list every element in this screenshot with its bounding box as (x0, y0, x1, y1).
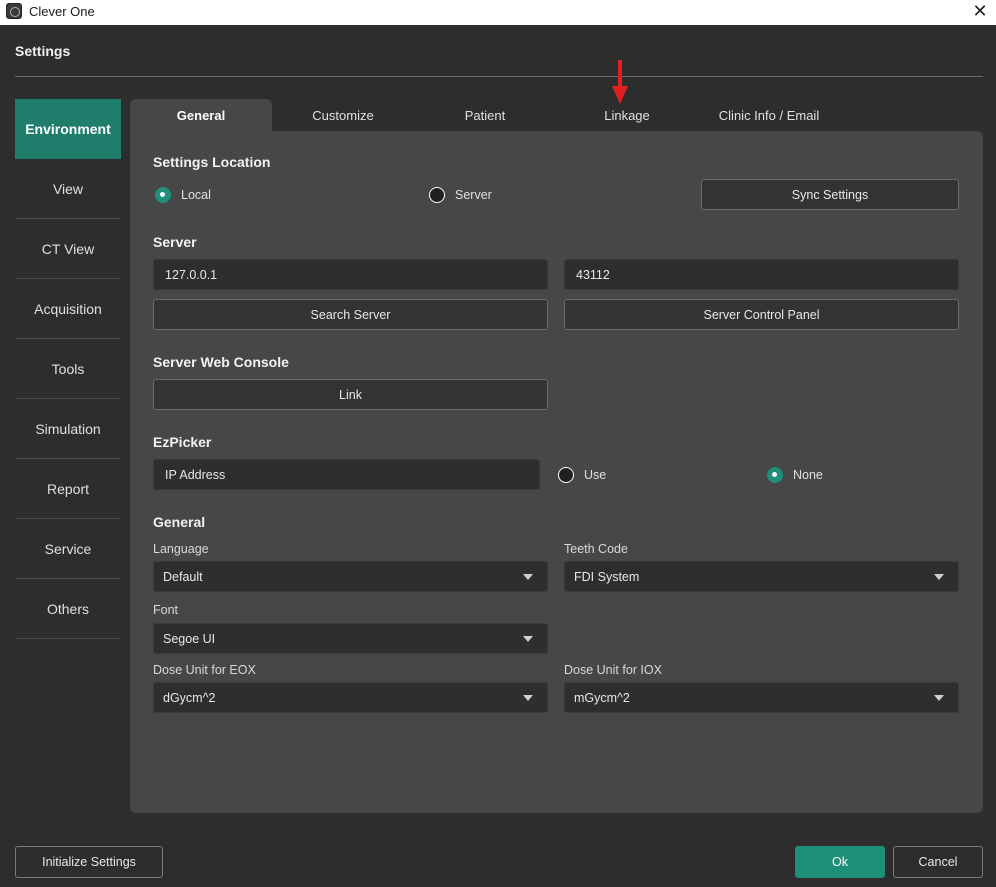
server-heading: Server (153, 234, 197, 250)
sidebar-item-simulation[interactable]: Simulation (15, 399, 121, 459)
dose-eox-select[interactable]: dGycm^2 (153, 682, 548, 713)
tab-customize[interactable]: Customize (272, 99, 414, 131)
teeth-code-value: FDI System (574, 569, 640, 584)
server-port-field[interactable]: 43112 (564, 259, 959, 290)
sidebar-item-view[interactable]: View (15, 159, 121, 219)
sidebar-item-others[interactable]: Others (15, 579, 121, 639)
app-logo-icon (6, 3, 22, 19)
sidebar-item-tools[interactable]: Tools (15, 339, 121, 399)
font-label: Font (153, 603, 179, 617)
cancel-button[interactable]: Cancel (893, 846, 983, 878)
chevron-down-icon (523, 574, 533, 580)
radio-unchecked-icon (558, 467, 574, 483)
radio-none-label: None (793, 468, 823, 482)
teeth-code-select[interactable]: FDI System (564, 561, 959, 592)
server-control-panel-button[interactable]: Server Control Panel (564, 299, 959, 330)
radio-local[interactable]: Local (155, 187, 211, 203)
radio-checked-icon (767, 467, 783, 483)
dialog-title: Settings (15, 43, 71, 59)
radio-use-label: Use (584, 468, 607, 482)
red-arrow-icon (612, 60, 628, 104)
language-value: Default (163, 569, 203, 584)
radio-server-label: Server (455, 188, 492, 202)
radio-checked-icon (155, 187, 171, 203)
close-icon[interactable]: ✕ (970, 1, 990, 21)
dose-iox-select[interactable]: mGycm^2 (564, 682, 959, 713)
ok-button[interactable]: Ok (795, 846, 885, 878)
chevron-down-icon (934, 574, 944, 580)
radio-ezpicker-use[interactable]: Use (558, 467, 606, 483)
settings-location-heading: Settings Location (153, 154, 271, 170)
dose-eox-label: Dose Unit for EOX (153, 663, 256, 677)
radio-server[interactable]: Server (429, 187, 492, 203)
tab-clinic-info-email[interactable]: Clinic Info / Email (698, 99, 840, 131)
dose-iox-label: Dose Unit for IOX (564, 663, 662, 677)
ezpicker-ip-field[interactable]: IP Address (153, 459, 540, 490)
sidebar-item-ct-view[interactable]: CT View (15, 219, 121, 279)
radio-local-label: Local (181, 188, 211, 202)
language-select[interactable]: Default (153, 561, 548, 592)
window-title: Clever One (29, 4, 95, 19)
sync-settings-button[interactable]: Sync Settings (701, 179, 959, 210)
settings-panel: Settings Location Local Server Sync Sett… (130, 131, 983, 813)
sidebar-item-service[interactable]: Service (15, 519, 121, 579)
chevron-down-icon (523, 636, 533, 642)
server-address-field[interactable]: 127.0.0.1 (153, 259, 548, 290)
radio-unchecked-icon (429, 187, 445, 203)
font-select[interactable]: Segoe UI (153, 623, 548, 654)
title-divider (15, 76, 983, 77)
chevron-down-icon (523, 695, 533, 701)
general-heading: General (153, 514, 206, 530)
settings-sidebar: Environment View CT View Acquisition Too… (15, 99, 121, 639)
search-server-button[interactable]: Search Server (153, 299, 548, 330)
ezpicker-heading: EzPicker (153, 434, 212, 450)
sidebar-item-acquisition[interactable]: Acquisition (15, 279, 121, 339)
teeth-code-label: Teeth Code (564, 542, 628, 556)
sidebar-item-report[interactable]: Report (15, 459, 121, 519)
font-value: Segoe UI (163, 631, 216, 646)
chevron-down-icon (934, 695, 944, 701)
web-console-link-button[interactable]: Link (153, 379, 548, 410)
radio-ezpicker-none[interactable]: None (767, 467, 823, 483)
title-bar: Clever One ✕ (0, 0, 996, 25)
dose-eox-value: dGycm^2 (163, 690, 216, 705)
web-console-heading: Server Web Console (153, 354, 289, 370)
initialize-settings-button[interactable]: Initialize Settings (15, 846, 163, 878)
tab-general[interactable]: General (130, 99, 272, 131)
dose-iox-value: mGycm^2 (574, 690, 630, 705)
language-label: Language (153, 542, 209, 556)
tab-bar: General Customize Patient Linkage Clinic… (130, 99, 840, 131)
tab-patient[interactable]: Patient (414, 99, 556, 131)
sidebar-item-environment[interactable]: Environment (15, 99, 121, 159)
